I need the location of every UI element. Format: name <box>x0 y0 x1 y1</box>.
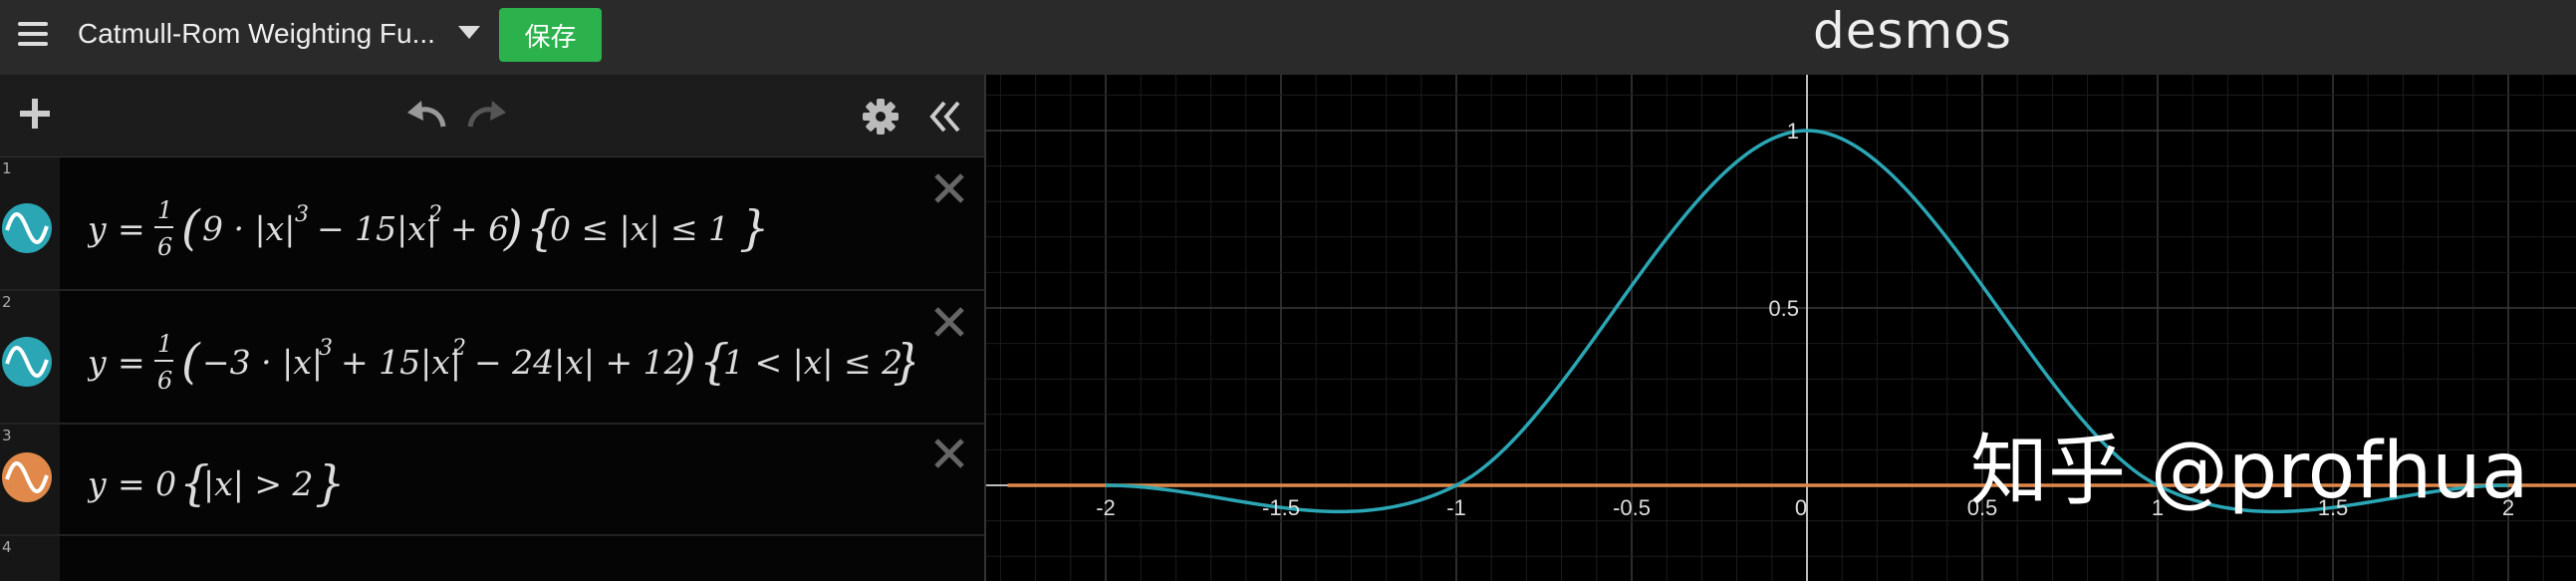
x-tick-label: -0.5 <box>1613 495 1651 520</box>
expression-row-4[interactable]: 4 <box>0 536 984 581</box>
svg-text:= 0: = 0 <box>118 464 176 503</box>
expression-row-3[interactable]: 3 y = 0 { |x| > 2 } <box>0 425 984 536</box>
graph-color-icon[interactable] <box>2 452 52 502</box>
redo-icon[interactable] <box>464 99 510 133</box>
expression-number: 3 <box>2 427 12 444</box>
top-bar: Catmull-Rom Weighting Fu... 保存 desmos <box>0 0 2576 75</box>
expression-gutter: 3 <box>0 425 60 534</box>
expression-gutter: 2 <box>0 291 60 423</box>
expression-number: 4 <box>2 538 12 556</box>
menu-icon[interactable] <box>14 17 50 53</box>
svg-text:=: = <box>118 343 145 382</box>
svg-text:1 < |x| ≤ 2: 1 < |x| ≤ 2 <box>723 343 902 382</box>
svg-text:}: } <box>315 455 346 511</box>
delete-expression-icon[interactable] <box>932 305 966 339</box>
svg-text:6: 6 <box>157 233 172 261</box>
expression-formula[interactable]: y = 0 { |x| > 2 } <box>86 446 347 524</box>
expression-panel: 1 y = 1 6 ( 9 · |x| 3 − 15|x| 2 + 6 ) { … <box>0 75 984 581</box>
x-tick-label: 0 <box>1795 495 1807 520</box>
svg-text:3: 3 <box>319 336 333 361</box>
y-tick-label: 0.5 <box>1768 296 1799 321</box>
svg-text:|x| > 2: |x| > 2 <box>203 464 314 503</box>
formula-2-svg: y = 1 6 ( −3 · |x| 3 + 15|x| 2 − 24|x| +… <box>86 330 923 395</box>
svg-text:): ) <box>676 334 696 390</box>
svg-text:9 · |x|: 9 · |x| <box>202 209 295 248</box>
x-tick-label: -1 <box>1446 495 1466 520</box>
svg-text:): ) <box>503 200 523 256</box>
x-tick-label: -1.5 <box>1262 495 1300 520</box>
expression-number: 1 <box>2 159 12 177</box>
svg-text:3: 3 <box>295 202 309 227</box>
expression-row-1[interactable]: 1 y = 1 6 ( 9 · |x| 3 − 15|x| 2 + 6 ) { … <box>0 157 984 291</box>
svg-text:−3 · |x|: −3 · |x| <box>202 343 323 382</box>
svg-text:0 ≤ |x| ≤ 1: 0 ≤ |x| ≤ 1 <box>550 209 729 248</box>
svg-text:2: 2 <box>427 202 442 227</box>
svg-text:}: } <box>893 334 914 390</box>
graph-color-icon[interactable] <box>2 203 52 253</box>
svg-text:y: y <box>88 343 107 382</box>
svg-text:2: 2 <box>451 336 466 361</box>
graph-color-icon[interactable] <box>2 337 52 387</box>
desmos-logo: desmos <box>1813 2 2012 60</box>
x-tick-label: -2 <box>1096 495 1116 520</box>
svg-text:}: } <box>739 200 765 256</box>
svg-text:(: ( <box>181 334 201 390</box>
settings-icon[interactable] <box>861 97 901 137</box>
svg-text:=: = <box>118 209 145 248</box>
svg-text:+ 6: + 6 <box>450 209 509 248</box>
svg-text:(: ( <box>181 200 201 256</box>
svg-text:y: y <box>88 464 107 503</box>
collapse-icon[interactable] <box>924 97 964 137</box>
expression-number: 2 <box>2 293 12 311</box>
delete-expression-icon[interactable] <box>932 171 966 205</box>
add-icon[interactable] <box>16 95 54 133</box>
save-button[interactable]: 保存 <box>499 8 602 62</box>
graph-title[interactable]: Catmull-Rom Weighting Fu... <box>78 18 435 50</box>
svg-text:6: 6 <box>157 367 172 395</box>
watermark: 知乎 @profhua <box>1970 427 2529 516</box>
expression-gutter: 1 <box>0 157 60 289</box>
delete-expression-icon[interactable] <box>932 436 966 470</box>
expression-formula[interactable]: y = 1 6 ( 9 · |x| 3 − 15|x| 2 + 6 ) { 0 … <box>86 191 770 269</box>
y-tick-label: 1 <box>1787 119 1799 144</box>
expression-toolbar <box>0 75 984 158</box>
undo-icon[interactable] <box>403 99 449 133</box>
expression-row-2[interactable]: 2 y = 1 6 ( −3 · |x| 3 + 15|x| 2 − 24|x|… <box>0 291 984 425</box>
svg-text:y: y <box>88 209 107 248</box>
svg-text:1: 1 <box>157 330 172 358</box>
formula-3-svg: y = 0 { |x| > 2 } <box>86 455 346 511</box>
svg-text:+ 15|x|: + 15|x| <box>341 343 461 382</box>
expression-gutter: 4 <box>0 536 60 581</box>
svg-text:− 24|x| + 12: − 24|x| + 12 <box>474 343 685 382</box>
chevron-down-icon[interactable] <box>458 26 480 39</box>
svg-text:− 15|x|: − 15|x| <box>317 209 437 248</box>
expression-formula[interactable]: y = 1 6 ( −3 · |x| 3 + 15|x| 2 − 24|x| +… <box>86 325 923 403</box>
formula-1-svg: y = 1 6 ( 9 · |x| 3 − 15|x| 2 + 6 ) { 0 … <box>86 196 770 261</box>
svg-text:1: 1 <box>157 196 172 224</box>
